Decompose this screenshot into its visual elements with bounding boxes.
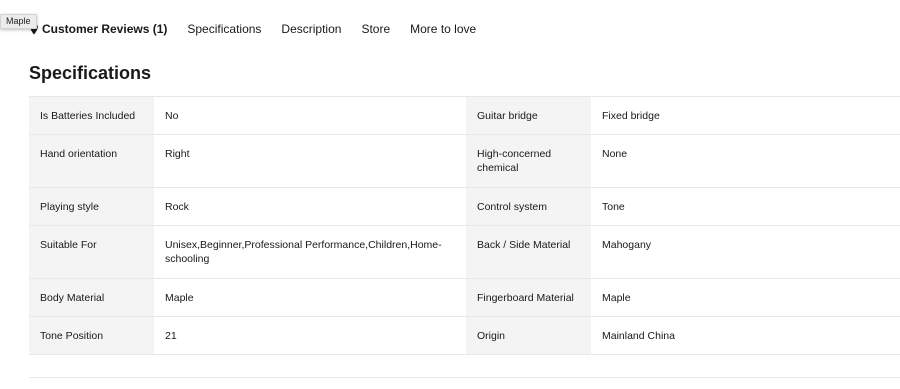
spec-label: Playing style (29, 187, 154, 226)
tab-description[interactable]: Description (281, 22, 341, 36)
spec-label: Control system (466, 187, 591, 226)
specifications-table: Is Batteries Included No Guitar bridge F… (29, 96, 900, 355)
tab-label: Specifications (187, 22, 262, 36)
spec-label: Hand orientation (29, 134, 154, 188)
spec-label: Back / Side Material (466, 225, 591, 279)
tab-specifications[interactable]: Specifications (187, 22, 261, 36)
spec-value: Right (154, 134, 466, 188)
tab-label: Store (361, 22, 391, 36)
tab-store[interactable]: Store (361, 22, 390, 36)
spec-value: Mahogany (591, 225, 900, 279)
spec-row: Suitable For Unisex,Beginner,Professiona… (29, 225, 900, 279)
spec-label: Fingerboard Material (466, 278, 591, 317)
spec-row: Body Material Maple Fingerboard Material… (29, 278, 900, 317)
spec-row: Is Batteries Included No Guitar bridge F… (29, 96, 900, 135)
spec-row: Tone Position 21 Origin Mainland China (29, 316, 900, 355)
spec-value: No (154, 96, 466, 135)
spec-label: Suitable For (29, 225, 154, 279)
spec-label: Body Material (29, 278, 154, 317)
spec-value: Fixed bridge (591, 96, 900, 135)
divider (29, 377, 900, 378)
spec-row: Hand orientation Right High-concerned ch… (29, 134, 900, 188)
spec-label: Guitar bridge (466, 96, 591, 135)
spec-label: High-concerned chemical (466, 134, 591, 188)
spec-value: 21 (154, 316, 466, 355)
spec-value: Mainland China (591, 316, 900, 355)
tab-customer-reviews[interactable]: Customer Reviews (1) (29, 22, 167, 36)
tab-label: Customer Reviews (1) (42, 22, 168, 36)
spec-value: Tone (591, 187, 900, 226)
tooltip: Maple (0, 14, 37, 29)
spec-value: None (591, 134, 900, 188)
spec-row: Playing style Rock Control system Tone (29, 187, 900, 226)
spec-value: Unisex,Beginner,Professional Performance… (154, 225, 466, 279)
spec-value: Maple (591, 278, 900, 317)
spec-label: Tone Position (29, 316, 154, 355)
tab-nav: Customer Reviews (1) Specifications Desc… (29, 20, 496, 38)
tab-label: More to love (410, 22, 477, 36)
spec-value: Maple (154, 278, 466, 317)
spec-value: Rock (154, 187, 466, 226)
section-title: Specifications (29, 63, 152, 83)
spec-label: Is Batteries Included (29, 96, 154, 135)
tab-label: Description (281, 22, 342, 36)
tab-more-to-love[interactable]: More to love (410, 22, 476, 36)
product-detail-page: Maple Customer Reviews (1) Specification… (0, 0, 900, 389)
spec-label: Origin (466, 316, 591, 355)
